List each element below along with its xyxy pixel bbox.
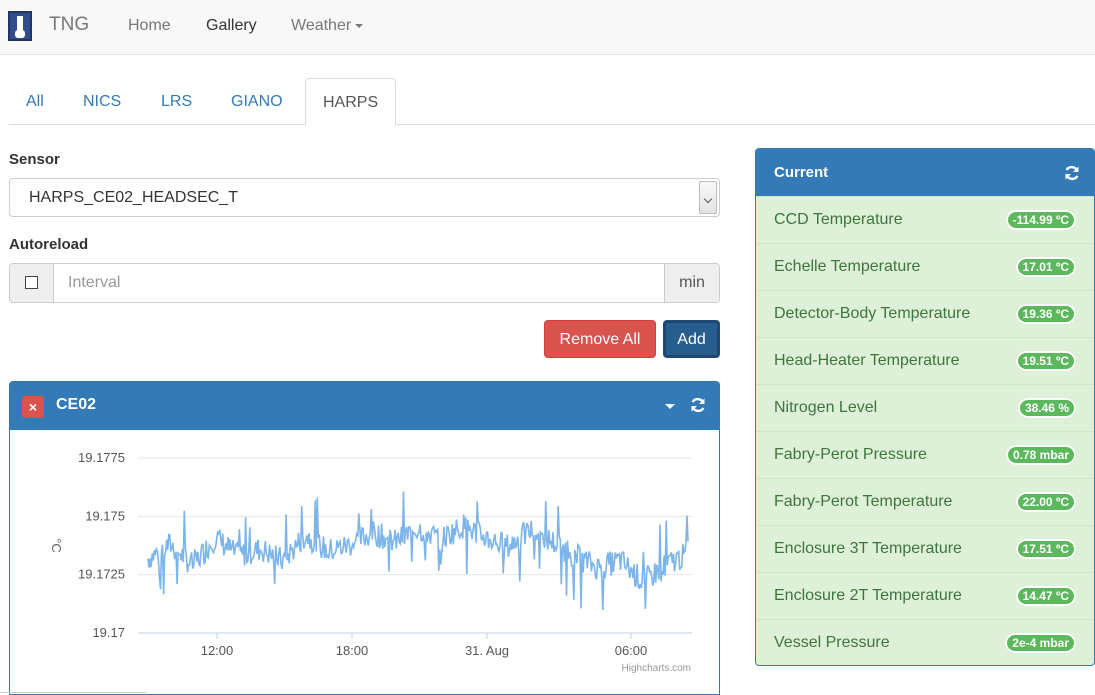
refresh-icon[interactable]: [690, 397, 706, 413]
sensor-label: Sensor: [9, 151, 60, 168]
sensor-name: Fabry-Perot Temperature: [774, 493, 953, 510]
list-item: Nitrogen Level 38.46 %: [756, 384, 1094, 431]
add-button[interactable]: Add: [663, 320, 720, 358]
sensor-name: Head-Heater Temperature: [774, 352, 960, 369]
list-item: CCD Temperature -114.99 ºC: [756, 196, 1094, 243]
chart-panel-ce02: × CE02 °C 19.1775 19.175 19.1725 19.17 12:0…: [9, 381, 720, 695]
refresh-icon[interactable]: [1064, 165, 1080, 181]
autoreload-checkbox-addon: [10, 264, 54, 302]
current-panel: Current CCD Temperature -114.99 ºC Echel…: [755, 148, 1095, 666]
sensor-select[interactable]: HARPS_CE02_HEADSEC_T: [9, 178, 720, 217]
x-tick-label: 06:00: [615, 643, 648, 658]
list-item: Fabry-Perot Temperature 22.00 ºC: [756, 478, 1094, 525]
value-badge: 19.36 ºC: [1015, 304, 1076, 324]
chart-panel-header: × CE02: [10, 382, 719, 430]
x-tick-label: 31. Aug: [465, 643, 509, 658]
sensor-name: Vessel Pressure: [774, 634, 890, 651]
list-item: Vessel Pressure 2e-4 mbar: [756, 619, 1094, 665]
tab-all[interactable]: All: [9, 78, 61, 125]
telescope-logo-icon[interactable]: [8, 11, 32, 41]
interval-unit: min: [664, 264, 719, 302]
x-tick-label: 18:00: [336, 643, 369, 658]
chevron-down-icon: [355, 23, 364, 28]
y-tick-label: 19.17: [92, 625, 125, 640]
current-panel-title: Current: [774, 164, 829, 181]
sensor-name: Enclosure 3T Temperature: [774, 540, 962, 557]
value-badge: 38.46 %: [1017, 398, 1076, 418]
sensor-select-value: HARPS_CE02_HEADSEC_T: [29, 189, 238, 206]
chevron-down-icon[interactable]: [665, 404, 675, 409]
navbar: TNG Home Gallery Weather: [0, 0, 1095, 55]
chart-panel-title: CE02: [56, 396, 97, 413]
list-item: Enclosure 3T Temperature 17.51 ºC: [756, 525, 1094, 572]
chevron-down-icon: [699, 181, 717, 214]
autoreload-label: Autoreload: [9, 236, 89, 253]
value-badge: 22.00 ºC: [1015, 492, 1076, 512]
sensor-name: Fabry-Perot Pressure: [774, 446, 927, 463]
sensor-name: CCD Temperature: [774, 211, 903, 228]
list-item: Enclosure 2T Temperature 14.47 ºC: [756, 572, 1094, 619]
nav-gallery[interactable]: Gallery: [206, 17, 257, 35]
value-badge: 19.51 ºC: [1015, 351, 1076, 371]
tab-nics[interactable]: NICS: [66, 78, 138, 125]
value-badge: 2e-4 mbar: [1005, 633, 1076, 653]
list-item: Fabry-Perot Pressure 0.78 mbar: [756, 431, 1094, 478]
tab-lrs[interactable]: LRS: [144, 78, 209, 125]
value-badge: 0.78 mbar: [1005, 445, 1076, 465]
nav-weather-dropdown[interactable]: Weather: [291, 17, 364, 35]
sensor-name: Detector-Body Temperature: [774, 305, 971, 322]
autoreload-checkbox[interactable]: [25, 276, 38, 289]
nav-weather-label: Weather: [291, 17, 352, 34]
close-icon[interactable]: ×: [22, 396, 44, 418]
temperature-chart: °C 19.1775 19.175 19.1725 19.17 12:00 18:00 3…: [49, 450, 692, 674]
y-tick-label: 19.175: [85, 508, 125, 523]
y-tick-label: 19.1775: [78, 450, 125, 465]
nav-home[interactable]: Home: [128, 17, 171, 35]
value-badge: 17.51 ºC: [1015, 539, 1076, 559]
value-badge: 14.47 ºC: [1015, 586, 1076, 606]
autoreload-input-group: Interval min: [9, 263, 720, 303]
list-item: Head-Heater Temperature 19.51 ºC: [756, 337, 1094, 384]
x-tick-label: 12:00: [201, 643, 234, 658]
list-item: Echelle Temperature 17.01 ºC: [756, 243, 1094, 290]
remove-all-button[interactable]: Remove All: [544, 320, 656, 358]
y-tick-label: 19.1725: [78, 567, 125, 582]
series-line: [147, 491, 689, 611]
value-badge: -114.99 ºC: [1005, 210, 1076, 230]
credits-link[interactable]: Highcharts.com: [622, 663, 691, 674]
tab-giano[interactable]: GIANO: [214, 78, 300, 125]
current-panel-header: Current: [756, 149, 1094, 196]
list-item: Detector-Body Temperature 19.36 ºC: [756, 290, 1094, 337]
sensor-name: Echelle Temperature: [774, 258, 921, 275]
instrument-tabs: All NICS LRS GIANO HARPS: [9, 78, 1095, 126]
interval-input[interactable]: Interval: [68, 274, 120, 292]
tab-harps[interactable]: HARPS: [305, 78, 397, 126]
brand-link[interactable]: TNG: [49, 14, 89, 36]
sensor-name: Enclosure 2T Temperature: [774, 587, 962, 604]
sensor-name: Nitrogen Level: [774, 399, 878, 416]
y-axis-label: °C: [49, 538, 64, 553]
value-badge: 17.01 ºC: [1015, 257, 1076, 277]
